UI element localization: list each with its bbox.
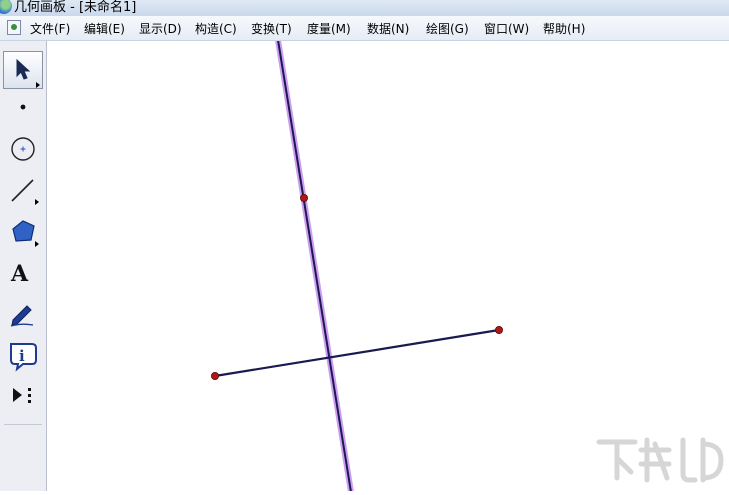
text-tool[interactable]: A — [3, 253, 43, 291]
point-on-line[interactable] — [299, 193, 308, 202]
title-bar: 几何画板 - [未命名1] — [0, 0, 729, 16]
menu-edit[interactable]: 编辑(E) — [84, 20, 125, 37]
menu-display[interactable]: 显示(D) — [139, 20, 182, 37]
polygon-icon — [12, 220, 39, 247]
arrow-tool[interactable] — [3, 51, 43, 89]
segment-object[interactable] — [214, 328, 500, 378]
sketch-drawing[interactable] — [47, 39, 729, 493]
menu-file[interactable]: 文件(F) — [30, 20, 70, 37]
text-icon: A — [10, 261, 29, 287]
window-title: 几何画板 - [未命名1] — [14, 0, 137, 15]
point-icon — [20, 104, 26, 110]
marker-icon — [10, 305, 34, 327]
arrow-icon — [16, 58, 40, 88]
svg-text:i: i — [19, 347, 25, 365]
menu-help[interactable]: 帮助(H) — [543, 20, 585, 37]
toolbox: A i — [0, 41, 47, 491]
document-icon[interactable] — [7, 20, 21, 35]
menu-window[interactable]: 窗口(W) — [484, 20, 529, 37]
marker-tool[interactable] — [3, 294, 43, 332]
menu-construct[interactable]: 构造(C) — [195, 20, 237, 37]
custom-tool[interactable] — [3, 376, 43, 414]
menu-graph[interactable]: 绘图(G) — [426, 20, 469, 37]
line-object[interactable] — [277, 39, 352, 493]
sketch-canvas[interactable] — [47, 39, 729, 493]
menu-transform[interactable]: 变换(T) — [251, 20, 292, 37]
app-icon — [0, 0, 12, 14]
menu-measure[interactable]: 度量(M) — [307, 20, 351, 37]
compass-tool[interactable] — [3, 130, 43, 168]
menu-bar: 文件(F) 编辑(E) 显示(D) 构造(C) 变换(T) 度量(M) 数据(N… — [0, 16, 729, 41]
svg-text:A: A — [10, 261, 29, 287]
line-icon — [11, 179, 39, 205]
custom-tools-icon — [13, 388, 31, 403]
polygon-tool[interactable] — [3, 212, 43, 250]
information-icon: i — [10, 343, 37, 372]
compass-icon — [11, 137, 35, 161]
segment-endpoint-left[interactable] — [210, 371, 219, 380]
segment-endpoint-right[interactable] — [494, 325, 503, 334]
watermark-logo — [596, 437, 724, 483]
menu-number[interactable]: 数据(N) — [367, 20, 409, 37]
toolbox-divider — [4, 424, 42, 425]
straightedge-tool[interactable] — [3, 171, 43, 209]
point-tool[interactable] — [3, 89, 43, 127]
information-tool[interactable]: i — [3, 335, 43, 373]
